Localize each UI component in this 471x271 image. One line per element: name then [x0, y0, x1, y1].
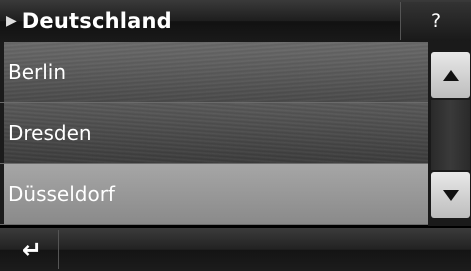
triangle-down-icon: [442, 189, 459, 201]
list-item-label: Dresden: [8, 121, 92, 145]
header-bar: ▶ Deutschland ?: [0, 0, 471, 42]
list-item[interactable]: Berlin: [0, 42, 428, 103]
bottom-toolbar: ↵: [0, 228, 471, 271]
country-title[interactable]: ▶ Deutschland: [6, 5, 394, 37]
list-item-label: Berlin: [8, 60, 67, 84]
scroll-track[interactable]: [431, 100, 470, 170]
scroll-up-button[interactable]: [431, 52, 470, 98]
triangle-up-icon: [442, 69, 459, 81]
nav-device-screen: ▶ Deutschland ? Berlin Dresden Düsseldor…: [0, 0, 471, 271]
back-button[interactable]: ↵: [6, 230, 59, 269]
list-item-selected[interactable]: Düsseldorf: [0, 164, 428, 225]
page-title: Deutschland: [21, 9, 172, 33]
scrollbar[interactable]: [428, 42, 471, 226]
scroll-down-button[interactable]: [431, 172, 470, 218]
list-item[interactable]: Dresden: [0, 103, 428, 164]
list-item-label: Düsseldorf: [8, 182, 115, 206]
return-arrow-icon: ↵: [21, 235, 43, 264]
city-list: Berlin Dresden Düsseldorf: [0, 42, 428, 226]
help-button[interactable]: ?: [400, 2, 471, 40]
play-arrow-icon: ▶: [6, 13, 17, 29]
